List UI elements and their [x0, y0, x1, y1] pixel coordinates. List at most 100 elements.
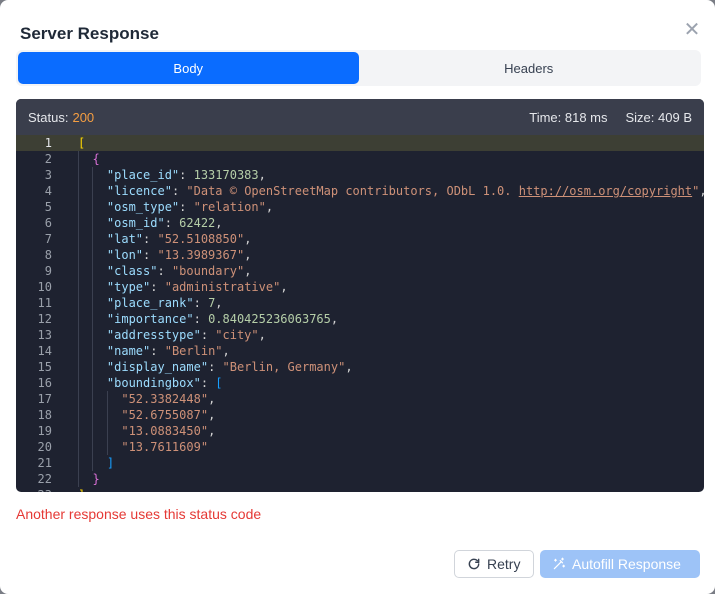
code-token: : [200, 376, 216, 390]
code-token: , [208, 424, 216, 438]
code-token: "13.0883450" [121, 424, 209, 438]
code-token: 133170383 [193, 168, 259, 182]
code-token: , [208, 408, 216, 422]
line-number: 22 [37, 472, 52, 486]
line-number: 5 [44, 200, 52, 214]
line-number: 9 [44, 264, 52, 278]
code-line: 10 "type": "administrative", [16, 279, 704, 295]
code-link[interactable]: http://osm.org/copyright [519, 184, 692, 198]
code-token: "administrative" [164, 280, 281, 294]
code-line: 20 "13.7611609" [16, 439, 704, 455]
code-token: "boundingbox" [106, 376, 201, 390]
code-line: 18 "52.6755087", [16, 407, 704, 423]
code-token: : [171, 184, 187, 198]
code-line: 13 "addresstype": "city", [16, 327, 704, 343]
line-number: 14 [37, 344, 52, 358]
code-token: : [193, 296, 209, 310]
line-number: 1 [44, 136, 52, 150]
code-line: 15 "display_name": "Berlin, Germany", [16, 359, 704, 375]
magic-wand-icon [553, 557, 566, 570]
code-token: , [265, 200, 274, 214]
code-line: 23] [16, 487, 704, 492]
code-token: "13.7611609" [121, 440, 209, 454]
code-token: 0.840425236063765 [208, 312, 331, 326]
code-content: "osm_id": 62422, [52, 215, 223, 231]
code-token: [ [215, 376, 223, 390]
code-token: 62422 [179, 216, 216, 230]
code-area[interactable]: 1[2 {3 "place_id": 133170383, 4 "licence"… [16, 135, 704, 492]
code-token: ] [78, 488, 85, 492]
code-token: "osm_id" [106, 216, 165, 230]
code-line: 3 "place_id": 133170383, [16, 167, 704, 183]
code-token: : [150, 344, 165, 358]
code-token: , [345, 360, 353, 374]
code-content: "52.3382448", [52, 391, 215, 407]
code-content: "name": "Berlin", [52, 343, 230, 359]
line-number: 13 [37, 328, 52, 342]
code-line: 16 "boundingbox": [ [16, 375, 704, 391]
code-token: "lon" [106, 248, 144, 262]
code-content: "lon": "13.3989367", [52, 247, 251, 263]
code-token: "city" [215, 328, 259, 342]
code-token: "name" [106, 344, 151, 358]
code-token: , [222, 344, 230, 358]
code-line: 9 "class": "boundary", [16, 263, 704, 279]
code-token: : [157, 264, 172, 278]
code-content: "13.0883450", [52, 423, 215, 439]
code-token: , [215, 296, 223, 310]
code-content: "13.7611609" [52, 439, 208, 455]
code-content: "addresstype": "city", [52, 327, 266, 343]
code-token: , [280, 280, 288, 294]
code-content: "display_name": "Berlin, Germany", [52, 359, 353, 375]
line-number: 6 [44, 216, 52, 230]
code-token: "display_name" [106, 360, 209, 374]
code-token: "52.6755087" [121, 408, 209, 422]
autofill-label: Autofill Response [572, 556, 681, 572]
line-number: 7 [44, 232, 52, 246]
code-line: 19 "13.0883450", [16, 423, 704, 439]
line-number: 16 [37, 376, 52, 390]
server-response-modal: Server Response ✕ Body Headers Status: 2… [0, 0, 715, 594]
code-token: "52.3382448" [121, 392, 209, 406]
code-token: "licence" [106, 184, 172, 198]
code-content: "type": "administrative", [52, 279, 288, 295]
code-token: : [200, 328, 216, 342]
retry-button[interactable]: Retry [454, 550, 534, 578]
code-token: ] [106, 456, 115, 470]
code-token: "osm_type" [106, 200, 180, 214]
code-line: 1[ [16, 135, 704, 151]
code-content: "52.6755087", [52, 407, 215, 423]
code-line: 22 } [16, 471, 704, 487]
code-token: , [244, 232, 252, 246]
autofill-response-button[interactable]: Autofill Response [540, 550, 700, 578]
line-number: 23 [16, 487, 52, 492]
code-token: : [143, 248, 158, 262]
response-tabs: Body Headers [16, 50, 701, 86]
code-token: "lat" [106, 232, 144, 246]
code-content: "osm_type": "relation", [52, 199, 273, 215]
code-token: "Berlin, Germany" [222, 360, 346, 374]
code-line: 14 "name": "Berlin", [16, 343, 704, 359]
status-code: 200 [72, 109, 95, 125]
code-content: "licence": "Data © OpenStreetMap contrib… [52, 183, 704, 199]
code-token: : [179, 168, 194, 182]
line-number: 12 [37, 312, 52, 326]
error-message: Another response uses this status code [16, 506, 262, 522]
code-content: [ [52, 135, 85, 151]
code-line: 6 "osm_id": 62422, [16, 215, 704, 231]
code-content: "importance": 0.840425236063765, [52, 311, 338, 327]
line-number: 21 [37, 456, 52, 470]
code-content: { [52, 151, 100, 167]
close-icon[interactable]: ✕ [682, 20, 702, 40]
code-token: "52.5108850" [157, 232, 245, 246]
line-number: 17 [37, 392, 52, 406]
tab-headers[interactable]: Headers [359, 52, 700, 84]
response-size: Size: 409 B [625, 109, 693, 125]
code-token: , [258, 168, 266, 182]
code-token: "Berlin" [164, 344, 223, 358]
line-number: 2 [44, 152, 52, 166]
code-token: "place_rank" [106, 296, 194, 310]
response-editor[interactable]: Status: 200 Time: 818 ms Size: 409 B 1[2… [16, 99, 704, 492]
tab-body[interactable]: Body [18, 52, 359, 84]
code-line: 21 ] [16, 455, 704, 471]
